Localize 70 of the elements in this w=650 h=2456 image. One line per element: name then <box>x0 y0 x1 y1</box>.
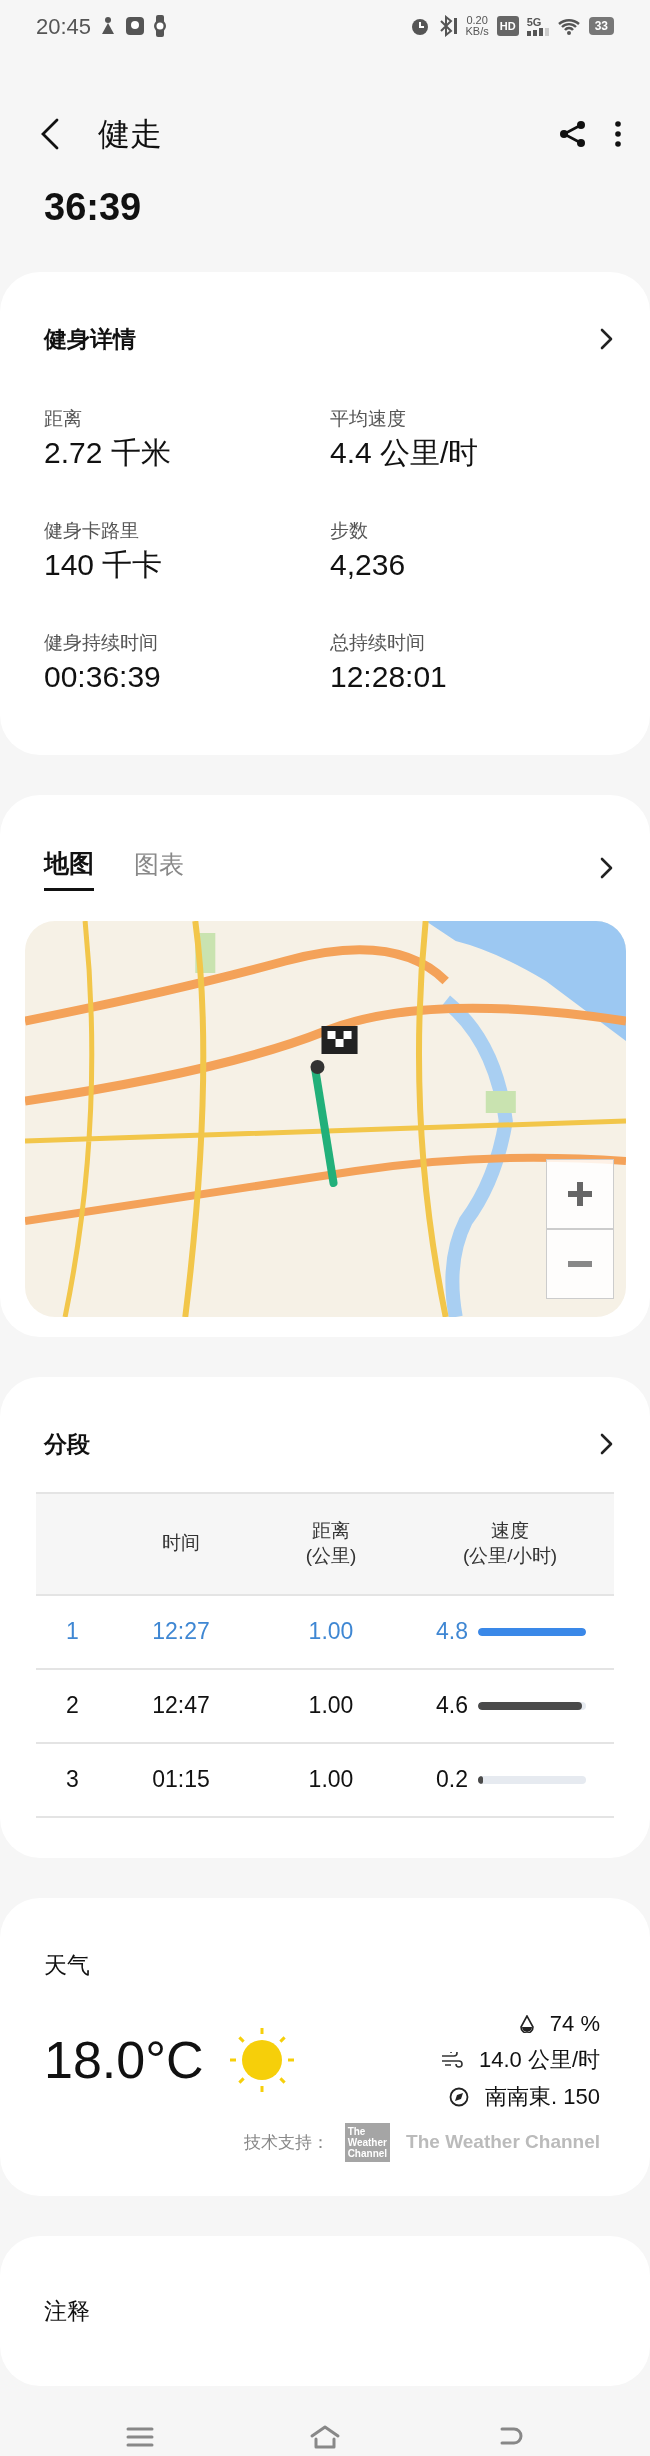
table-cell-text: 4.8 <box>436 1617 468 1647</box>
wifi-icon <box>556 16 581 36</box>
column-header: 速度 (公里/小时) <box>462 1518 558 1568</box>
table-row[interactable]: 3 01:15 1.00 0.2 <box>36 1743 614 1818</box>
humidity: 74 % <box>549 2010 600 2038</box>
wind-speed: 14.0 公里/时 <box>478 2046 600 2075</box>
home-button[interactable] <box>309 2424 341 2449</box>
table-row[interactable]: 1 12:27 1.00 4.8 <box>36 1595 614 1670</box>
network-type: 5G <box>526 16 543 28</box>
section-title: 健身详情 <box>44 325 136 354</box>
logo-text: Weather <box>347 2136 388 2148</box>
zoom-in-button[interactable] <box>546 1159 614 1229</box>
stat-label: 健身卡路里 <box>44 520 140 540</box>
hd-badge: HD <box>496 15 519 37</box>
section-title: 分段 <box>44 1430 90 1459</box>
plus-icon <box>565 1179 595 1209</box>
battery-level: 33 <box>588 17 614 35</box>
table-row[interactable]: 2 12:47 1.00 4.6 <box>36 1669 614 1744</box>
logo-text: The <box>347 2125 367 2137</box>
logo-text: Channel <box>347 2147 388 2159</box>
stat-value: 2.72 千米 <box>44 435 172 469</box>
table-cell-text: 12:47 <box>151 1691 211 1721</box>
stat-label: 健身持续时间 <box>44 632 159 652</box>
network-speed: 0.20 <box>465 15 489 26</box>
stat-value: 4.4 公里/时 <box>330 435 480 469</box>
stat-value: 12:28:01 <box>330 659 448 693</box>
alarm-icon <box>409 16 430 36</box>
temperature: 18.0°C <box>44 2034 204 2087</box>
table-cell-text: 3 <box>65 1765 80 1795</box>
table-cell-text: 1.00 <box>307 1765 355 1795</box>
table-cell-text: 0.2 <box>436 1765 468 1795</box>
table-cell-text: 1 <box>65 1617 80 1647</box>
table-cell-text: 2 <box>65 1691 80 1721</box>
sun-icon <box>227 2026 296 2095</box>
page-title: 健走 <box>98 115 162 154</box>
stat-value: 140 千卡 <box>44 547 164 581</box>
more-button[interactable] <box>612 119 624 149</box>
back-button[interactable] <box>40 117 60 151</box>
droplet-icon <box>519 2015 534 2034</box>
stat-label: 步数 <box>330 520 369 540</box>
section-title: 天气 <box>44 1950 91 1980</box>
wind-direction: 南南東. 150 <box>485 2082 600 2111</box>
column-header: 距离 (公里) <box>304 1518 358 1568</box>
credit-label: 技术支持： <box>243 2131 329 2154</box>
bluetooth-icon <box>437 15 458 37</box>
table-cell-text: 12:27 <box>151 1617 211 1647</box>
column-header: 时间 <box>161 1531 201 1556</box>
watch-icon <box>153 15 168 37</box>
status-time: 20:45 <box>36 12 92 41</box>
provider-name: The Weather Channel <box>406 2130 600 2155</box>
stat-label: 距离 <box>44 408 83 428</box>
table-cell-text: 1.00 <box>307 1617 355 1647</box>
stat-label: 总持续时间 <box>330 632 426 652</box>
share-button[interactable] <box>558 119 588 149</box>
speed-unit: KB/s <box>465 26 489 37</box>
stat-label: 平均速度 <box>330 408 407 428</box>
stat-value: 00:36:39 <box>44 659 162 693</box>
view-tab[interactable]: 地图 <box>44 844 94 891</box>
wind-icon <box>440 2052 463 2069</box>
table-cell-text: 4.6 <box>436 1691 468 1721</box>
section-title: 注释 <box>44 2296 91 2326</box>
minus-icon <box>568 1261 592 1267</box>
compass-icon <box>449 2086 470 2107</box>
signal-icon <box>526 27 549 36</box>
zoom-out-button[interactable] <box>546 1229 614 1299</box>
table-cell-text: 1.00 <box>307 1691 355 1721</box>
workout-duration: 36:39 <box>43 188 143 226</box>
stat-value: 4,236 <box>330 547 407 581</box>
table-cell-text: 01:15 <box>151 1765 211 1795</box>
view-tab[interactable]: 图表 <box>134 846 184 890</box>
